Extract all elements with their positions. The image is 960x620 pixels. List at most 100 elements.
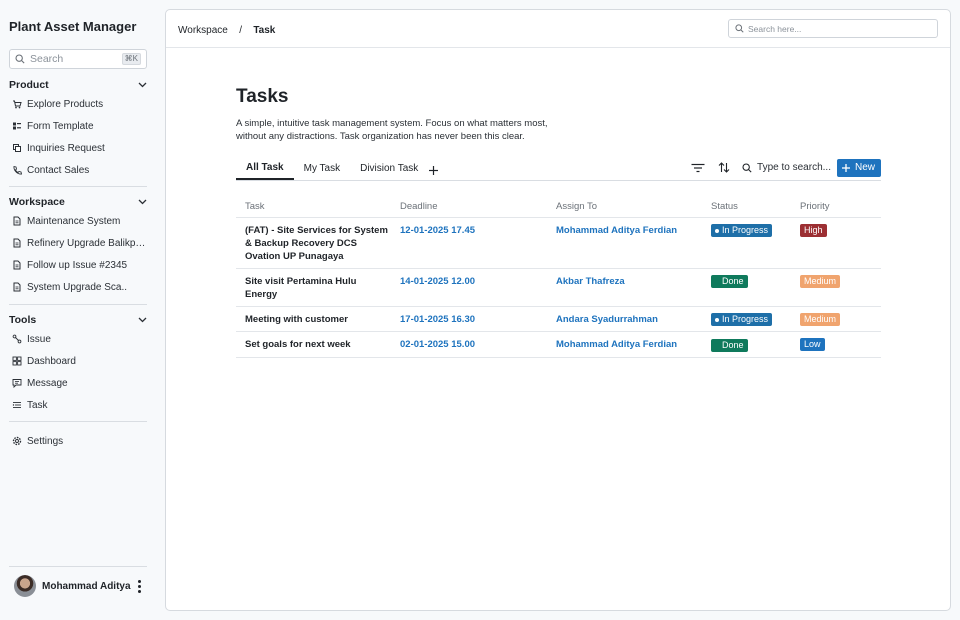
issue-icon xyxy=(12,334,22,344)
column-header-status[interactable]: Status xyxy=(702,197,791,218)
sidebar-item-dashboard[interactable]: Dashboard xyxy=(9,350,147,372)
sidebar-item-label: Inquiries Request xyxy=(27,142,105,154)
sidebar: Plant Asset Manager Search ⌘K Product Ex… xyxy=(0,0,156,620)
task-name[interactable]: Meeting with customer xyxy=(236,306,391,332)
breadcrumb-root[interactable]: Workspace xyxy=(178,25,228,36)
status-badge[interactable]: In Progress xyxy=(711,224,773,237)
task-assignee[interactable]: Andara Syadurrahman xyxy=(547,306,702,332)
task-name[interactable]: Set goals for next week xyxy=(236,331,391,358)
new-task-label: New xyxy=(854,162,875,173)
status-dot-icon xyxy=(715,228,719,233)
section-settings: Settings xyxy=(9,430,147,452)
sidebar-item-message[interactable]: Message xyxy=(9,372,147,394)
task-assignee[interactable]: Mohammad Aditya Ferdian xyxy=(547,331,702,358)
document-icon xyxy=(13,216,21,226)
user-profile[interactable]: Mohammad Aditya xyxy=(14,575,144,597)
global-search-placeholder: Search here... xyxy=(748,23,802,34)
column-header-deadline[interactable]: Deadline xyxy=(391,197,547,218)
breadcrumb-separator: / xyxy=(239,24,242,36)
task-icon xyxy=(12,402,21,408)
priority-badge[interactable]: Medium xyxy=(800,312,841,326)
sidebar-item-explore-products[interactable]: Explore Products xyxy=(9,93,147,115)
chevron-down-icon xyxy=(138,199,147,205)
status-badge[interactable]: Done xyxy=(711,275,748,288)
task-status-cell: Done xyxy=(702,268,791,307)
task-search-placeholder: Type to search... xyxy=(757,162,831,173)
gear-icon xyxy=(12,436,22,446)
status-dot-icon xyxy=(715,343,719,347)
filter-button[interactable] xyxy=(690,160,706,176)
status-label: In Progress xyxy=(722,225,769,235)
search-icon xyxy=(735,24,744,33)
sidebar-item-contact-sales[interactable]: Contact Sales xyxy=(9,159,147,181)
tabs: All Task My Task Division Task Type to s… xyxy=(236,158,881,181)
task-priority-cell: Medium xyxy=(791,306,881,332)
task-assignee[interactable]: Akbar Thafreza xyxy=(547,268,702,307)
divider xyxy=(9,304,147,305)
table-row[interactable]: (FAT) - Site Services for System & Backu… xyxy=(236,217,881,269)
plus-icon xyxy=(429,165,439,175)
sidebar-item-refinery-upgrade[interactable]: Refinery Upgrade Balikpap... xyxy=(9,232,147,254)
section-workspace-header[interactable]: Workspace xyxy=(9,194,147,210)
table-header-row: Task Deadline Assign To Status Priority xyxy=(236,197,881,218)
tab-division-task[interactable]: Division Task xyxy=(350,160,428,180)
table-toolbar: Type to search... New xyxy=(690,158,881,177)
sidebar-item-inquiries-request[interactable]: Inquiries Request xyxy=(9,137,147,159)
task-assignee[interactable]: Mohammad Aditya Ferdian xyxy=(547,217,702,269)
breadcrumb: Workspace / Task xyxy=(178,22,275,36)
sidebar-item-task[interactable]: Task xyxy=(9,394,147,416)
priority-badge[interactable]: High xyxy=(800,223,827,237)
task-deadline: 12-01-2025 17.45 xyxy=(391,217,547,269)
section-title: Tools xyxy=(9,314,37,326)
inquiry-icon xyxy=(13,144,21,152)
message-icon xyxy=(12,379,22,388)
global-search-input[interactable]: Search here... xyxy=(728,19,938,38)
shop-icon xyxy=(13,100,22,109)
section-product-header[interactable]: Product xyxy=(9,77,147,93)
sidebar-item-label: System Upgrade Sca.. xyxy=(27,281,128,293)
status-badge[interactable]: In Progress xyxy=(711,313,773,326)
status-badge[interactable]: Done xyxy=(711,338,748,352)
sidebar-item-label: Issue xyxy=(27,333,51,345)
filter-icon xyxy=(691,163,705,172)
sidebar-item-form-template[interactable]: Form Template xyxy=(9,115,147,137)
more-options-icon[interactable] xyxy=(134,579,144,593)
sidebar-item-issue[interactable]: Issue xyxy=(9,328,147,350)
sidebar-item-label: Settings xyxy=(27,435,64,447)
task-priority-cell: Medium xyxy=(791,268,881,307)
table-row[interactable]: Site visit Pertamina Hulu Energy 14-01-2… xyxy=(236,268,881,307)
dashboard-icon xyxy=(12,356,22,366)
tab-my-task[interactable]: My Task xyxy=(294,160,351,180)
column-header-assign-to[interactable]: Assign To xyxy=(547,197,702,218)
priority-badge[interactable]: Low xyxy=(800,338,825,351)
sidebar-item-follow-up-issue[interactable]: Follow up Issue #2345 xyxy=(9,254,147,276)
table-row[interactable]: Meeting with customer 17-01-2025 16.30 A… xyxy=(236,306,881,332)
priority-badge[interactable]: Medium xyxy=(800,274,841,288)
new-task-button[interactable]: New xyxy=(836,158,881,177)
sort-icon xyxy=(718,162,730,173)
sort-button[interactable] xyxy=(716,160,732,176)
topbar: Workspace / Task Search here... xyxy=(166,10,950,48)
task-status-cell: Done xyxy=(702,331,791,358)
plus-icon xyxy=(841,163,850,172)
sidebar-item-system-upgrade[interactable]: System Upgrade Sca.. xyxy=(9,276,147,298)
task-name[interactable]: Site visit Pertamina Hulu Energy xyxy=(236,268,391,307)
section-tools-header[interactable]: Tools xyxy=(9,312,147,328)
add-tab-button[interactable] xyxy=(428,160,439,180)
column-header-task[interactable]: Task xyxy=(236,197,391,218)
tab-all-task[interactable]: All Task xyxy=(236,160,294,180)
task-priority-cell: Low xyxy=(791,331,881,358)
layout-icon xyxy=(13,122,21,130)
table-row[interactable]: Set goals for next week 02-01-2025 15.00… xyxy=(236,331,881,358)
sidebar-item-maintenance-system[interactable]: Maintenance System xyxy=(9,210,147,232)
task-name[interactable]: (FAT) - Site Services for System & Backu… xyxy=(236,217,391,269)
sidebar-item-settings[interactable]: Settings xyxy=(9,430,147,452)
column-header-priority[interactable]: Priority xyxy=(791,197,881,218)
user-name: Mohammad Aditya xyxy=(42,580,131,592)
tasks-content: Tasks A simple, intuitive task managemen… xyxy=(236,86,881,358)
sidebar-search-input[interactable]: Search ⌘K xyxy=(9,49,147,69)
task-deadline: 02-01-2025 15.00 xyxy=(391,331,547,358)
avatar xyxy=(14,575,36,597)
task-search-input[interactable]: Type to search... xyxy=(742,162,831,173)
task-deadline: 17-01-2025 16.30 xyxy=(391,306,547,332)
